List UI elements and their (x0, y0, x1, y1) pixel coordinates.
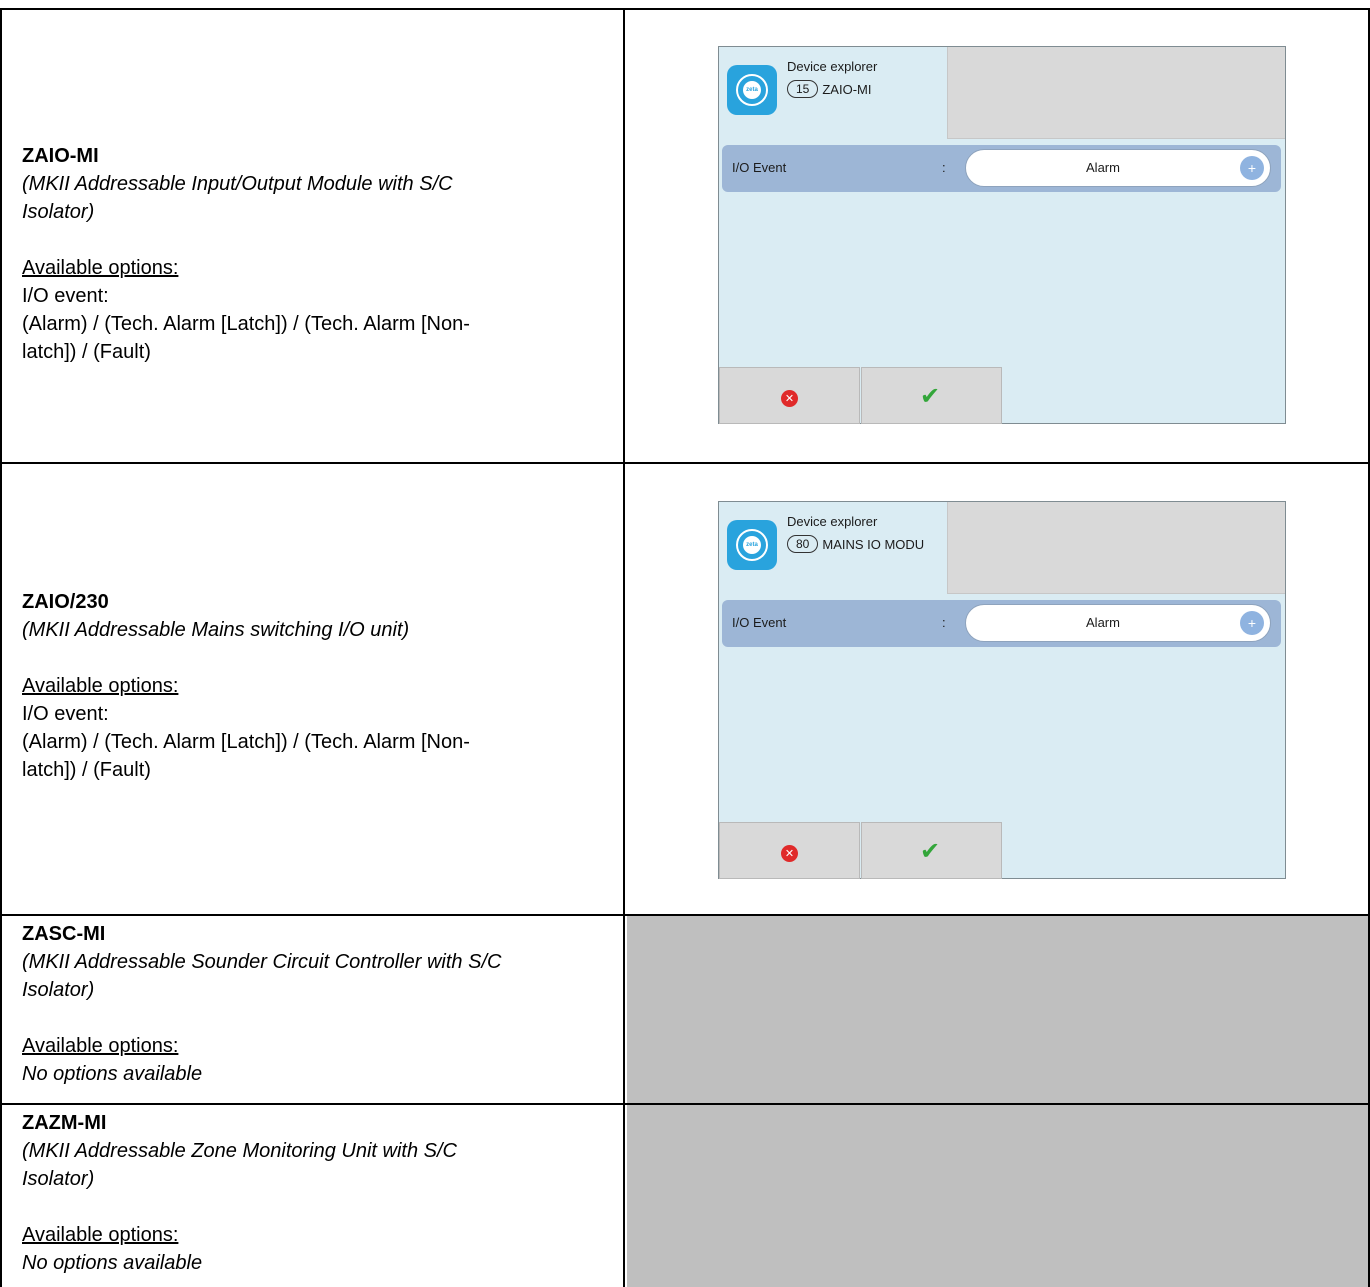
empty-screenshot-cell (627, 916, 1370, 1105)
options-heading: Available options: (22, 257, 179, 279)
io-event-selector[interactable]: Alarm + (965, 149, 1271, 187)
colon: : (942, 160, 946, 175)
confirm-button[interactable]: ✔ (861, 367, 1002, 424)
device-name-label: ZAIO-MI (822, 81, 872, 97)
header-panel (947, 502, 1285, 594)
device-name: ZAZM-MI (22, 1112, 107, 1134)
checkmark-icon: ✔ (920, 837, 941, 865)
io-event-label: I/O Event (732, 615, 787, 630)
device-screen: zeta Device explorer 15 ZAIO-MI I/O Even… (718, 46, 1286, 424)
cancel-button[interactable]: ✕ (719, 822, 860, 879)
table-row: ZAIO/230 (MKII Addressable Mains switchi… (0, 462, 1370, 916)
options-heading: Available options: (22, 675, 179, 697)
cancel-icon: ✕ (781, 845, 798, 862)
description-cell: ZAIO-MI (MKII Addressable Input/Output M… (0, 10, 625, 464)
zeta-logo-icon: zeta (727, 520, 777, 570)
description-cell: ZAZM-MI (MKII Addressable Zone Monitorin… (0, 1105, 625, 1287)
device-subtitle: (MKII Addressable Zone Monitoring Unit w… (22, 1140, 457, 1162)
device-name: ZASC-MI (22, 923, 106, 945)
device-screen: zeta Device explorer 80 MAINS IO MODU I/… (718, 501, 1286, 879)
device-subtitle: (MKII Addressable Sounder Circuit Contro… (22, 951, 502, 973)
options-heading: Available options: (22, 1224, 179, 1246)
device-subtitle: (MKII Addressable Input/Output Module wi… (22, 173, 453, 195)
io-event-selector[interactable]: Alarm + (965, 604, 1271, 642)
device-line: 80 MAINS IO MODU (787, 535, 924, 553)
io-event-value: Alarm (1086, 160, 1120, 175)
table-row: ZASC-MI (MKII Addressable Sounder Circui… (0, 914, 1370, 1105)
option-label: I/O event: (22, 703, 109, 725)
options-list: (Alarm) / (Tech. Alarm [Latch]) / (Tech.… (22, 313, 470, 335)
io-event-row: I/O Event : Alarm + (722, 600, 1281, 647)
address-badge: 15 (787, 80, 819, 98)
io-event-label: I/O Event (732, 160, 787, 175)
screen-title: Device explorer (787, 514, 878, 529)
colon: : (942, 615, 946, 630)
address-badge: 80 (787, 535, 819, 553)
header-panel (947, 47, 1285, 139)
device-line: 15 ZAIO-MI (787, 80, 871, 98)
plus-icon[interactable]: + (1240, 611, 1264, 635)
options-heading: Available options: (22, 1035, 179, 1057)
device-subtitle: Isolator) (22, 979, 95, 1001)
no-options-text: No options available (22, 1063, 203, 1085)
device-name: ZAIO/230 (22, 591, 109, 613)
checkmark-icon: ✔ (920, 382, 941, 410)
zeta-logo-icon: zeta (727, 65, 777, 115)
device-options-table: ZAIO-MI (MKII Addressable Input/Output M… (0, 0, 1370, 1287)
device-name-label: MAINS IO MODU (822, 536, 925, 552)
io-event-value: Alarm (1086, 615, 1120, 630)
options-list: latch]) / (Fault) (22, 759, 151, 781)
screen-title: Device explorer (787, 59, 878, 74)
confirm-button[interactable]: ✔ (861, 822, 1002, 879)
options-list: (Alarm) / (Tech. Alarm [Latch]) / (Tech.… (22, 731, 470, 753)
cancel-button[interactable]: ✕ (719, 367, 860, 424)
device-subtitle: (MKII Addressable Mains switching I/O un… (22, 619, 410, 641)
description-cell: ZASC-MI (MKII Addressable Sounder Circui… (0, 916, 625, 1105)
device-subtitle: Isolator) (22, 1168, 95, 1190)
plus-icon[interactable]: + (1240, 156, 1264, 180)
device-subtitle: Isolator) (22, 201, 95, 223)
device-name: ZAIO-MI (22, 145, 99, 167)
io-event-row: I/O Event : Alarm + (722, 145, 1281, 192)
options-list: latch]) / (Fault) (22, 341, 151, 363)
cancel-icon: ✕ (781, 390, 798, 407)
table-row: ZAIO-MI (MKII Addressable Input/Output M… (0, 8, 1370, 464)
screenshot-cell: zeta Device explorer 80 MAINS IO MODU I/… (625, 464, 1370, 916)
no-options-text: No options available (22, 1252, 203, 1274)
screenshot-cell: zeta Device explorer 15 ZAIO-MI I/O Even… (625, 10, 1370, 464)
description-cell: ZAIO/230 (MKII Addressable Mains switchi… (0, 464, 625, 916)
option-label: I/O event: (22, 285, 109, 307)
table-row: ZAZM-MI (MKII Addressable Zone Monitorin… (0, 1103, 1370, 1287)
empty-screenshot-cell (627, 1105, 1370, 1287)
